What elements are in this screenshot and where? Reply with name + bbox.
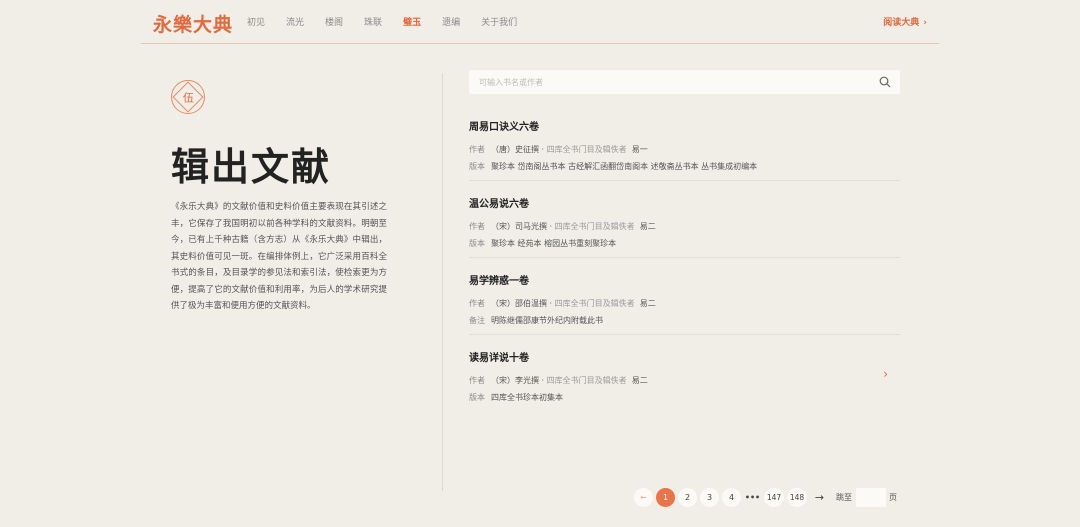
book-edition-line: 版本 聚珍本 岱南阁丛书本 古经解汇函翻岱南阁本 述敬斋丛书本 丛书集成初编本 [469,161,900,172]
column-divider [442,73,443,491]
book-item[interactable]: 周易口诀义六卷 作者 （唐）史征撰 · 四库全书门目及辑佚者 易一 版本 聚珍本 岱… [469,118,900,181]
book-item[interactable]: 读易详说十卷 作者 （宋）李光撰 · 四库全书门目及辑佚者 易二 版本 四库全书珍本… [469,349,900,412]
seal-diamond: 伍 [172,81,204,113]
goto-page-input[interactable] [856,487,886,507]
seal-number: 伍 [182,91,194,104]
book-author: （宋）邵伯温撰 [491,299,547,308]
site-logo[interactable]: 永樂大典 [153,10,233,37]
book-edition-line: 版本 四库全书珍本初集本 [469,392,900,403]
goto-label: 跳至 [836,492,852,502]
nav-item-zhulian[interactable]: 珠联 [364,15,382,28]
nav-item-louge[interactable]: 楼阁 [325,15,343,28]
book-source-value: 易二 [639,222,656,231]
edition-label: 版本 [469,239,485,248]
page-button-4[interactable]: 4 [722,487,741,507]
page-button-1[interactable]: 1 [656,487,675,507]
book-source-label: 四库全书门目及辑佚者 [546,145,627,154]
page-ellipsis[interactable]: ••• [744,488,761,507]
book-source-label: 四库全书门目及辑佚者 [554,222,635,231]
book-author: （宋）司马光撰 [491,222,547,231]
section-seal: 伍 [171,80,205,114]
edition-label: 版本 [469,162,485,171]
section-intro: 《永乐大典》的文献价值和史料价值主要表现在其引述之丰，它保存了我国明初以前各种学… [171,202,387,311]
search-icon[interactable] [879,76,891,88]
book-title[interactable]: 周易口诀义六卷 [469,118,900,133]
page-button-3[interactable]: 3 [700,487,719,507]
page-button-147[interactable]: 147 [764,487,784,507]
book-source-label: 四库全书门目及辑佚者 [546,376,627,385]
edition-label: 版本 [469,393,485,402]
book-author-line: 作者 （宋）李光撰 · 四库全书门目及辑佚者 易二 [469,376,648,385]
nav-item-about[interactable]: 关于我们 [481,15,517,28]
book-author: （唐）史征撰 [491,145,539,154]
next-page-button[interactable]: → [810,488,829,507]
author-label: 作者 [469,376,485,385]
book-source-value: 易二 [639,299,656,308]
book-note-line: 备注 明陈继儒邵康节外纪内附载此书 [469,315,900,326]
book-item[interactable]: 易学辨惑一卷 作者 （宋）邵伯温撰 · 四库全书门目及辑佚者 易二 备注 明陈继儒邵… [469,272,900,335]
book-edition: 聚珍本 经苑本 榕园丛书重刻聚珍本 [491,239,617,248]
book-edition: 四库全书珍本初集本 [491,393,563,402]
book-item[interactable]: 温公易说六卷 作者 （宋）司马光撰 · 四库全书门目及辑佚者 易二 版本 聚珍本 经… [469,195,900,258]
author-label: 作者 [469,145,485,154]
book-source-label: 四库全书门目及辑佚者 [554,299,635,308]
read-dadian-label: 阅读大典 [883,18,920,28]
page-title: 辑出文献 [171,144,332,189]
author-label: 作者 [469,222,485,231]
book-note: 明陈继儒邵康节外纪内附载此书 [491,316,603,325]
pagination: ← 1 2 3 4 ••• 147 148 → 跳至 页 [634,487,897,507]
goto-suffix: 页 [889,492,897,502]
nav-item-chujian[interactable]: 初见 [247,15,265,28]
main-nav: 初见 流光 楼阁 珠联 璧玉 遗编 关于我们 [247,15,538,28]
top-header: 永樂大典 初见 流光 楼阁 珠联 璧玉 遗编 关于我们 阅读大典 › [141,0,939,44]
chevron-right-icon: › [923,18,927,28]
search-bar [469,70,900,94]
nav-item-biyu[interactable]: 璧玉 [403,15,421,28]
book-title[interactable]: 温公易说六卷 [469,195,900,210]
note-label: 备注 [469,316,485,325]
book-author: （宋）李光撰 [491,376,539,385]
prev-page-button[interactable]: ← [634,487,653,507]
book-author-line: 作者 （宋）邵伯温撰 · 四库全书门目及辑佚者 易二 [469,299,656,308]
page-button-148[interactable]: 148 [787,487,807,507]
book-source-value: 易一 [631,145,648,154]
book-edition: 聚珍本 岱南阁丛书本 古经解汇函翻岱南阁本 述敬斋丛书本 丛书集成初编本 [491,162,758,171]
book-title[interactable]: 读易详说十卷 [469,349,900,364]
book-author-line: 作者 （唐）史征撰 · 四库全书门目及辑佚者 易一 [469,145,648,154]
page-button-2[interactable]: 2 [678,487,697,507]
book-edition-line: 版本 聚珍本 经苑本 榕园丛书重刻聚珍本 [469,238,900,249]
author-label: 作者 [469,299,485,308]
read-dadian-link[interactable]: 阅读大典 › [883,15,927,28]
nav-item-liuguang[interactable]: 流光 [286,15,304,28]
book-title[interactable]: 易学辨惑一卷 [469,272,900,287]
chevron-right-icon[interactable]: › [883,367,888,381]
search-input[interactable] [479,74,859,90]
book-author-line: 作者 （宋）司马光撰 · 四库全书门目及辑佚者 易二 [469,222,656,231]
nav-item-yibian[interactable]: 遗编 [442,15,460,28]
book-source-value: 易二 [631,376,648,385]
